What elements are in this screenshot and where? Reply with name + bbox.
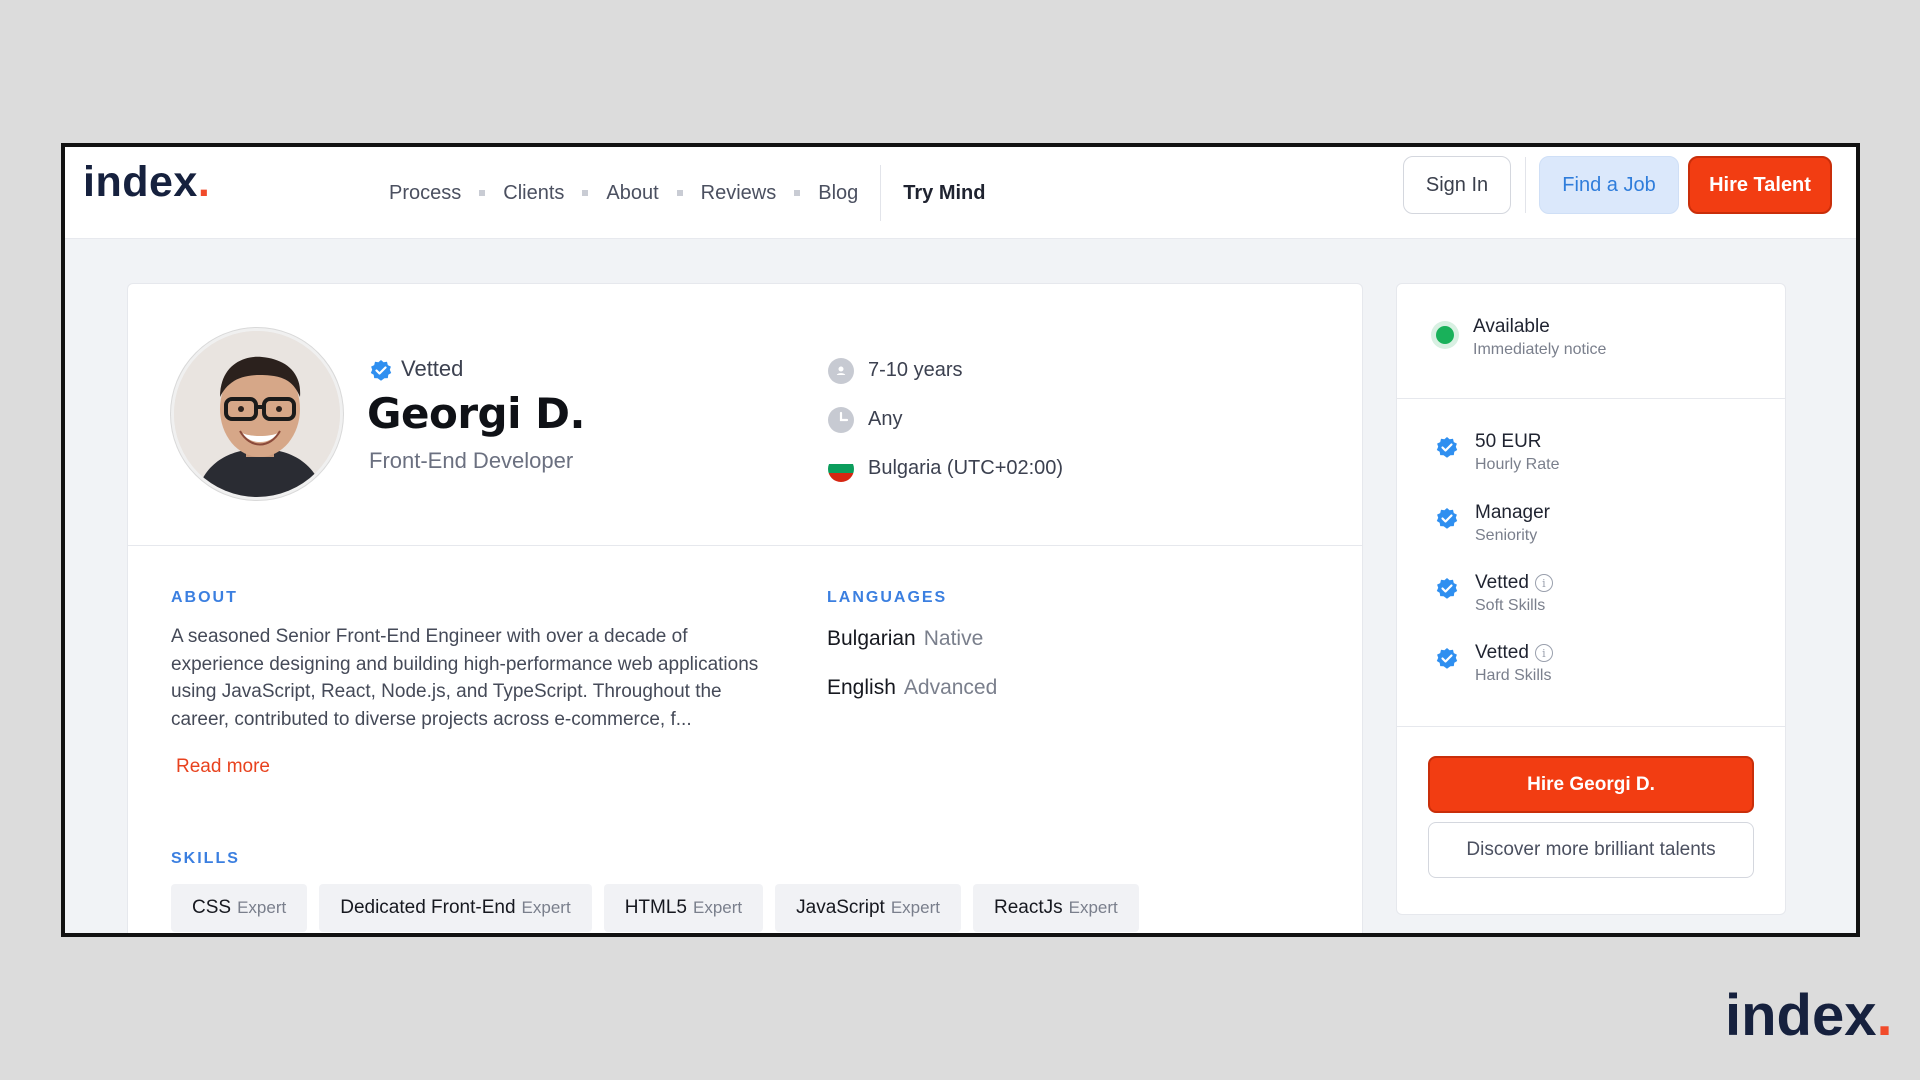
bulgaria-flag-icon xyxy=(828,455,854,482)
verified-badge-icon xyxy=(1436,437,1458,458)
nav-link-blog[interactable]: Blog xyxy=(806,182,870,205)
languages-heading: LANGUAGES xyxy=(827,589,948,606)
soft-skills-status: Vetted xyxy=(1475,572,1529,593)
soft-skills-label: Soft Skills xyxy=(1475,597,1546,614)
hourly-rate-value: 50 EUR xyxy=(1475,431,1542,452)
nav-link-try-mind[interactable]: Try Mind xyxy=(891,182,997,205)
hourly-rate-item: 50 EUR Hourly Rate xyxy=(1435,431,1559,474)
sidebar-divider xyxy=(1397,398,1785,399)
vetted-label: Vetted xyxy=(401,355,464,381)
seniority-item: Manager Seniority xyxy=(1435,502,1550,545)
hard-skills-label: Hard Skills xyxy=(1475,667,1552,684)
nav-link-clients[interactable]: Clients xyxy=(491,182,576,205)
card-divider xyxy=(128,545,1362,546)
language-level: Native xyxy=(923,627,984,650)
skill-name: Dedicated Front-End xyxy=(340,897,516,918)
corner-logo-text: index xyxy=(1725,983,1877,1048)
location-fact: Bulgaria (UTC+02:00) xyxy=(828,444,1063,493)
about-text: A seasoned Senior Front-End Engineer wit… xyxy=(171,626,759,730)
availability-status: Available Immediately notice xyxy=(1473,316,1606,359)
logo-text: index xyxy=(83,158,198,206)
sign-in-button[interactable]: Sign In xyxy=(1403,156,1511,214)
language-name: Bulgarian xyxy=(827,627,916,650)
avatar-portrait xyxy=(174,331,340,497)
hire-talent-button[interactable]: Hire Talent xyxy=(1688,156,1832,214)
vetted-status: Vetted xyxy=(369,354,463,383)
language-name: English xyxy=(827,676,896,699)
info-icon[interactable]: i xyxy=(1534,644,1553,662)
nav-divider xyxy=(880,165,882,221)
verified-badge-icon xyxy=(1436,578,1458,599)
soft-skills-value: Vetted i xyxy=(1475,572,1553,594)
profile-card: Vetted Georgi D. Front-End Developer 7-1… xyxy=(127,283,1363,933)
skill-chip[interactable]: HTML5 Expert xyxy=(603,884,764,932)
skill-level: Expert xyxy=(521,898,571,917)
experience-value: 7-10 years xyxy=(868,359,963,381)
shield-icon xyxy=(828,357,854,384)
nav-link-reviews[interactable]: Reviews xyxy=(689,182,789,205)
hard-skills-value: Vetted i xyxy=(1475,642,1553,664)
language-level: Advanced xyxy=(903,676,998,699)
hard-skills-item: Vetted i Hard Skills xyxy=(1435,642,1553,685)
corner-index-logo: index. xyxy=(1725,987,1893,1045)
skill-name: HTML5 xyxy=(624,897,687,918)
find-a-job-button[interactable]: Find a Job xyxy=(1539,156,1679,214)
nav-link-process[interactable]: Process xyxy=(377,182,473,205)
availability-type-value: Any xyxy=(868,408,903,430)
available-status-dot xyxy=(1436,326,1454,344)
top-navbar: index. Process Clients About Reviews Blo… xyxy=(65,147,1856,239)
sidebar-divider xyxy=(1397,726,1785,727)
verified-badge-icon xyxy=(1436,648,1458,669)
skill-level: Expert xyxy=(890,898,940,917)
available-label: Available xyxy=(1473,316,1550,337)
skill-chip[interactable]: ReactJs Expert xyxy=(972,884,1139,932)
avatar xyxy=(171,328,343,500)
location-value: Bulgaria (UTC+02:00) xyxy=(868,457,1064,479)
discover-talents-button[interactable]: Discover more brilliant talents xyxy=(1428,822,1754,878)
skill-name: JavaScript xyxy=(796,897,885,918)
skill-name: CSS xyxy=(192,897,232,918)
candidate-name: Georgi D. xyxy=(367,389,585,438)
about-heading: ABOUT xyxy=(171,589,238,606)
skill-chip[interactable]: CSS Expert xyxy=(171,884,308,932)
corner-logo-dot: . xyxy=(1876,983,1893,1048)
language-item: English Advanced xyxy=(827,676,997,700)
nav-separator xyxy=(676,190,683,196)
soft-skills-item: Vetted i Soft Skills xyxy=(1435,572,1553,615)
skills-list: CSS Expert Dedicated Front-End Expert HTML… xyxy=(171,884,1139,932)
nav-link-about[interactable]: About xyxy=(594,182,670,205)
verified-badge-icon xyxy=(1436,508,1458,529)
profile-facts: 7-10 years Any Bulgaria (UTC+02:00) xyxy=(828,346,1063,493)
hire-candidate-button[interactable]: Hire Georgi D. xyxy=(1428,756,1754,813)
skill-name: ReactJs xyxy=(993,897,1063,918)
logo-dot: . xyxy=(197,158,211,206)
read-more-link[interactable]: Read more xyxy=(176,756,270,778)
hard-skills-status: Vetted xyxy=(1475,642,1529,663)
skill-chip[interactable]: JavaScript Expert xyxy=(775,884,961,932)
notice-label: Immediately notice xyxy=(1473,341,1607,358)
skill-level: Expert xyxy=(692,898,743,917)
nav-separator xyxy=(794,190,801,196)
language-item: Bulgarian Native xyxy=(827,627,983,651)
nav-separator xyxy=(479,190,486,196)
availability-type-fact: Any xyxy=(828,395,1063,444)
browser-frame: index. Process Clients About Reviews Blo… xyxy=(61,143,1860,937)
nav-divider xyxy=(1525,157,1526,213)
hourly-rate-label: Hourly Rate xyxy=(1475,456,1560,473)
info-icon[interactable]: i xyxy=(1534,574,1553,592)
nav-separator xyxy=(582,190,589,196)
experience-fact: 7-10 years xyxy=(828,346,1063,395)
hire-sidebar: Available Immediately notice 50 EUR Hour… xyxy=(1396,283,1786,915)
skill-level: Expert xyxy=(1068,898,1118,917)
verified-badge-icon xyxy=(370,360,392,381)
candidate-role: Front-End Developer xyxy=(369,448,574,473)
clock-icon xyxy=(828,406,854,433)
index-logo[interactable]: index. xyxy=(83,161,210,204)
skill-level: Expert xyxy=(237,898,287,917)
skills-heading: SKILLS xyxy=(171,850,240,867)
seniority-value: Manager xyxy=(1475,502,1550,523)
nav-links: Process Clients About Reviews Blog Try M… xyxy=(377,147,998,239)
skill-chip[interactable]: Dedicated Front-End Expert xyxy=(319,884,592,932)
seniority-label: Seniority xyxy=(1475,527,1538,544)
